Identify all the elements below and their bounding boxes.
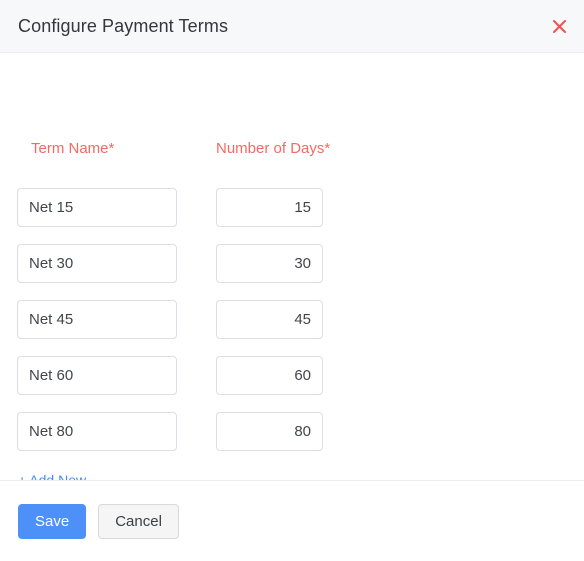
dialog-body: Term Name* Number of Days* Net 15 15 Net… (0, 53, 584, 480)
table-row (0, 300, 584, 356)
table-row (0, 412, 584, 468)
number-of-days-input[interactable] (216, 356, 323, 395)
cancel-button[interactable]: Cancel (98, 503, 179, 539)
configure-payment-terms-dialog: Configure Payment Terms Term Name* Numbe… (0, 0, 584, 561)
number-of-days-input[interactable] (216, 244, 323, 283)
term-name-input[interactable] (17, 300, 177, 339)
term-name-input[interactable] (17, 244, 177, 283)
page-title: Configure Payment Terms (18, 15, 229, 36)
dialog-header: Configure Payment Terms (0, 0, 584, 53)
column-headers: Term Name* Number of Days* (0, 140, 584, 162)
term-name-input[interactable] (17, 188, 177, 227)
number-of-days-input[interactable] (216, 412, 323, 451)
payment-terms-list (0, 188, 584, 468)
column-header-term-name: Term Name* (31, 140, 115, 157)
term-name-input[interactable] (17, 412, 177, 451)
add-new-link[interactable]: + Add New (18, 472, 86, 480)
close-icon (552, 19, 567, 34)
save-button[interactable]: Save (18, 503, 87, 539)
dialog-footer: Save Cancel (0, 480, 584, 561)
term-name-input[interactable] (17, 356, 177, 395)
number-of-days-input[interactable] (216, 300, 323, 339)
column-header-number-of-days: Number of Days* (216, 140, 331, 157)
table-row (0, 188, 584, 244)
close-button[interactable] (546, 13, 572, 39)
table-row (0, 244, 584, 300)
table-row (0, 356, 584, 412)
number-of-days-input[interactable] (216, 188, 323, 227)
